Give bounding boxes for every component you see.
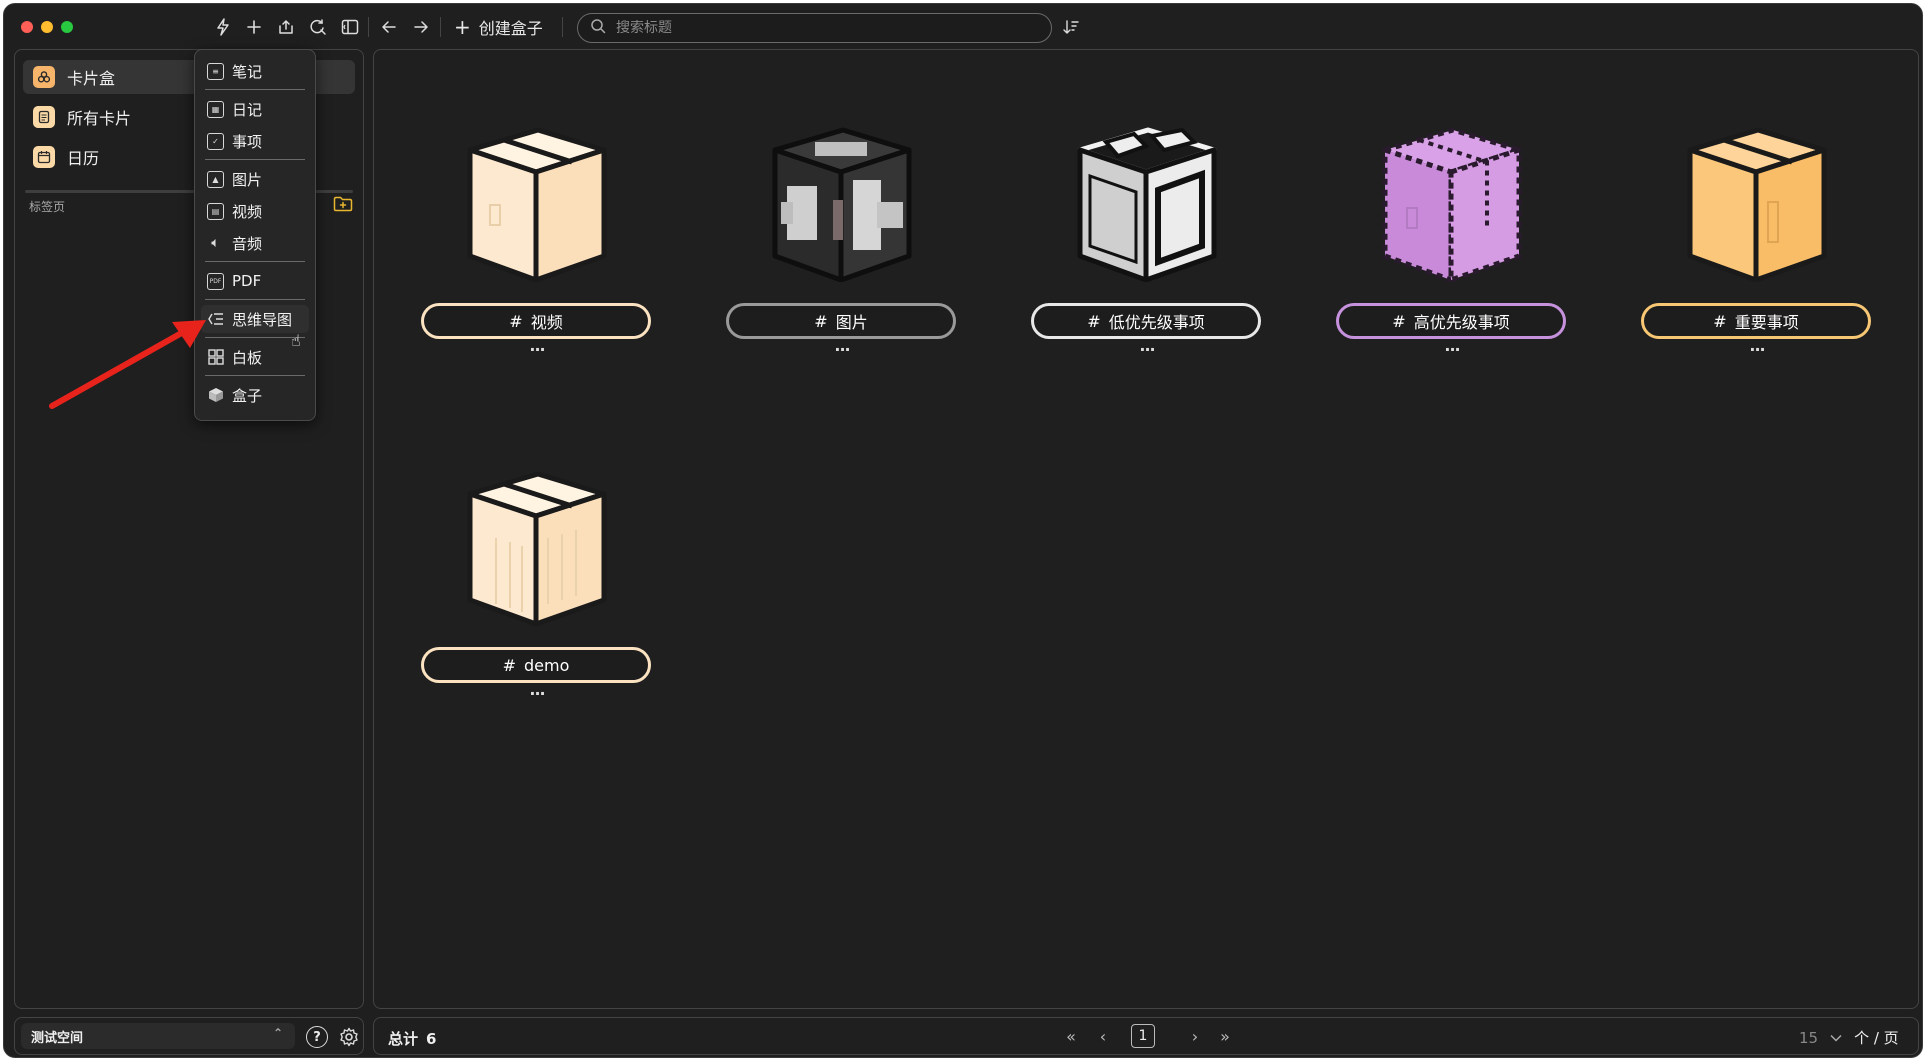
box-card-low-priority[interactable]: # 低优先级事项 ··· — [1031, 70, 1263, 410]
more-options-icon[interactable]: ··· — [1746, 340, 1768, 359]
total-number: 6 — [426, 1030, 437, 1048]
card-box-icon — [33, 66, 55, 88]
add-folder-icon[interactable] — [333, 196, 353, 212]
pixel-box-icon — [772, 127, 912, 282]
page-size-value: 15 — [1799, 1028, 1819, 1047]
tag-pill[interactable]: # 高优先级事项 — [1336, 303, 1566, 339]
search-input[interactable] — [616, 20, 1016, 36]
sidebar-item-label: 日历 — [67, 149, 100, 168]
menu-item-video[interactable]: ▤ 视频 — [201, 197, 309, 225]
page-size-unit: 个 / 页 — [1854, 1029, 1899, 1047]
chevron-down-icon — [1830, 1031, 1842, 1045]
lightning-icon[interactable] — [211, 15, 235, 39]
menu-item-audio[interactable]: 🔈︎ 音频 — [201, 229, 309, 257]
stitched-box-icon — [1382, 127, 1522, 282]
box-grid: # 视频 ··· # 图片 ··· # 低优先级事项 ··· # 高优先级事项 … — [373, 49, 1919, 1009]
more-options-icon[interactable]: ··· — [526, 684, 548, 703]
more-options-icon[interactable]: ··· — [526, 340, 548, 359]
all-cards-icon — [33, 106, 55, 128]
close-window-button[interactable] — [21, 21, 33, 33]
create-box-button[interactable]: + 创建盒子 — [454, 15, 543, 39]
menu-item-note[interactable]: ≡ 笔记 — [201, 57, 309, 85]
toolbar-divider — [562, 17, 563, 37]
tag-pill[interactable]: # 图片 — [726, 303, 956, 339]
maximize-window-button[interactable] — [61, 21, 73, 33]
search-bar[interactable] — [577, 13, 1052, 43]
titlebar: + 创建盒子 — [4, 4, 1922, 50]
page-size-select[interactable]: 15 个 / 页 — [1799, 1027, 1899, 1048]
refresh-search-icon[interactable] — [306, 15, 330, 39]
task-icon: ✓ — [207, 132, 224, 150]
current-page[interactable]: 1 — [1131, 1024, 1155, 1048]
back-arrow-icon[interactable] — [377, 15, 401, 39]
audio-icon: 🔈︎ — [211, 235, 220, 251]
box-card-important[interactable]: # 重要事项 ··· — [1641, 70, 1873, 410]
tag-label: demo — [524, 655, 570, 675]
create-box-label: 创建盒子 — [478, 19, 543, 38]
first-page-icon[interactable]: « — [1061, 1026, 1081, 1046]
note-icon: ≡ — [207, 62, 224, 80]
sidebar-item-label: 卡片盒 — [67, 69, 116, 88]
import-icon[interactable] — [274, 15, 298, 39]
sidebar-toggle-icon[interactable] — [338, 15, 362, 39]
box-card-image[interactable]: # 图片 ··· — [726, 70, 958, 410]
box-card-high-priority[interactable]: # 高优先级事项 ··· — [1336, 70, 1568, 410]
toolbar-divider — [440, 17, 441, 37]
pdf-icon: PDF — [207, 272, 224, 290]
diary-icon: ▦ — [207, 100, 224, 118]
tag-label: 图片 — [835, 313, 868, 332]
last-page-icon[interactable]: » — [1215, 1026, 1235, 1046]
more-options-icon[interactable]: ··· — [831, 340, 853, 359]
workspace-name: 测试空间 — [31, 1030, 84, 1046]
tag-label: 视频 — [530, 313, 563, 332]
forward-arrow-icon[interactable] — [409, 15, 433, 39]
add-icon[interactable] — [242, 15, 266, 39]
outline-box-icon — [1077, 127, 1217, 282]
tag-section-label: 标签页 — [29, 200, 66, 214]
box-card-demo[interactable]: # demo ··· — [421, 414, 653, 754]
next-page-icon[interactable]: › — [1185, 1026, 1205, 1046]
video-icon: ▤ — [207, 202, 224, 220]
more-options-icon[interactable]: ··· — [1136, 340, 1158, 359]
menu-item-mindmap[interactable]: 思维导图 — [201, 305, 309, 333]
workspace-select[interactable]: 测试空间 ⌃ — [21, 1023, 295, 1049]
tag-label: 低优先级事项 — [1108, 313, 1205, 332]
cardboard-box-icon — [467, 471, 607, 626]
menu-item-box[interactable]: 盒子 — [201, 381, 309, 409]
menu-item-task[interactable]: ✓ 事项 — [201, 127, 309, 155]
menu-item-diary[interactable]: ▦ 日记 — [201, 95, 309, 123]
box-card-video[interactable]: # 视频 ··· — [421, 70, 653, 410]
toolbar-divider — [368, 17, 369, 37]
more-options-icon[interactable]: ··· — [1441, 340, 1463, 359]
app-window: + 创建盒子 卡片盒 所有卡片 — [3, 3, 1923, 1058]
search-icon — [590, 18, 606, 38]
tag-label: 重要事项 — [1734, 313, 1799, 332]
total-count: 总计 6 — [388, 1028, 436, 1049]
updown-chevron-icon: ⌃ — [272, 1026, 283, 1040]
menu-item-pdf[interactable]: PDF PDF — [201, 267, 309, 295]
help-icon[interactable]: ? — [306, 1026, 328, 1048]
gear-icon[interactable] — [337, 1025, 361, 1049]
total-label: 总计 — [388, 1030, 419, 1048]
menu-item-image[interactable]: ▲ 图片 — [201, 165, 309, 193]
calendar-icon — [33, 146, 55, 168]
cardboard-box-icon — [467, 127, 607, 282]
prev-page-icon[interactable]: ‹ — [1093, 1026, 1113, 1046]
pagination-bar: 总计 6 « ‹ 1 › » 15 个 / 页 — [373, 1017, 1919, 1055]
hand-cursor-icon: ☝ — [291, 331, 301, 350]
sort-icon[interactable] — [1059, 15, 1083, 39]
tag-label: 高优先级事项 — [1413, 313, 1510, 332]
tag-pill[interactable]: # 低优先级事项 — [1031, 303, 1261, 339]
workspace-bar: 测试空间 ⌃ ? — [14, 1017, 364, 1055]
sidebar-item-label: 所有卡片 — [67, 109, 132, 128]
tag-pill[interactable]: # 视频 — [421, 303, 651, 339]
tag-pill[interactable]: # demo — [421, 647, 651, 683]
annotation-arrow-icon — [49, 320, 206, 409]
plus-icon: + — [454, 15, 471, 39]
image-icon: ▲ — [207, 170, 224, 188]
minimize-window-button[interactable] — [41, 21, 53, 33]
orange-box-icon — [1687, 127, 1827, 282]
tag-pill[interactable]: # 重要事项 — [1641, 303, 1871, 339]
